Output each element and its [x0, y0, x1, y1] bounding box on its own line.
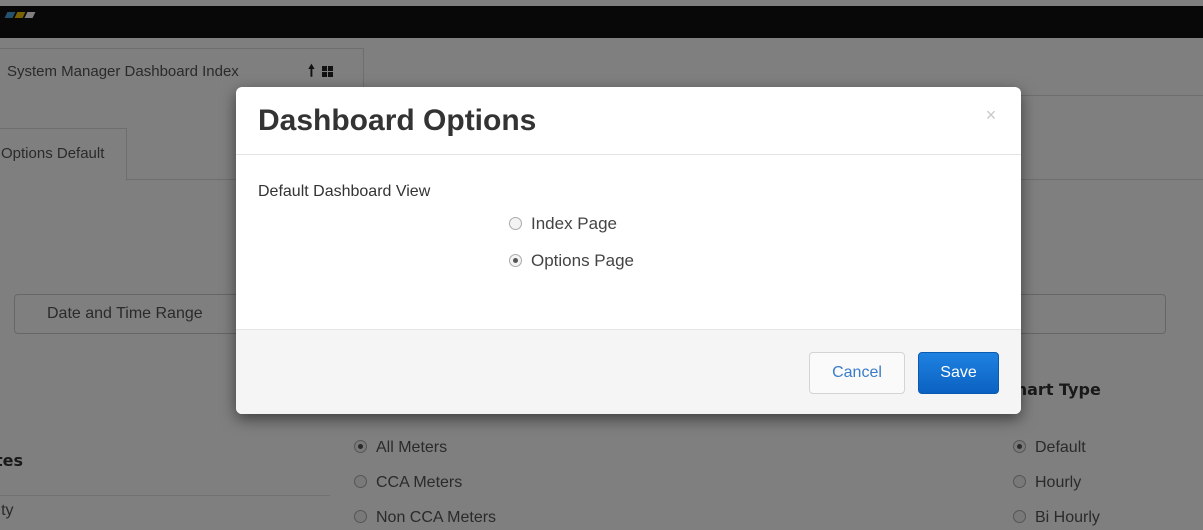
- close-icon[interactable]: ×: [981, 105, 1001, 125]
- radio-options-page[interactable]: Options Page: [509, 250, 634, 272]
- modal-header: Dashboard Options ×: [236, 87, 1021, 155]
- radio-label: Options Page: [531, 251, 635, 270]
- default-view-label: Default Dashboard View: [258, 183, 431, 200]
- radio-index-page[interactable]: Index Page: [509, 213, 617, 235]
- modal-footer: Cancel Save: [236, 329, 1021, 414]
- dashboard-options-modal: Dashboard Options × Default Dashboard Vi…: [236, 87, 1021, 414]
- save-button[interactable]: Save: [918, 352, 999, 394]
- radio-dot: [509, 217, 522, 231]
- modal-body: Default Dashboard View Index Page Option…: [236, 155, 1021, 329]
- radio-dot: [509, 254, 522, 268]
- page: System Manager Dashboard Index 🠕 Options…: [0, 0, 1203, 530]
- modal-title: Dashboard Options: [258, 104, 537, 137]
- radio-label: Index Page: [531, 214, 618, 233]
- cancel-button[interactable]: Cancel: [809, 352, 905, 394]
